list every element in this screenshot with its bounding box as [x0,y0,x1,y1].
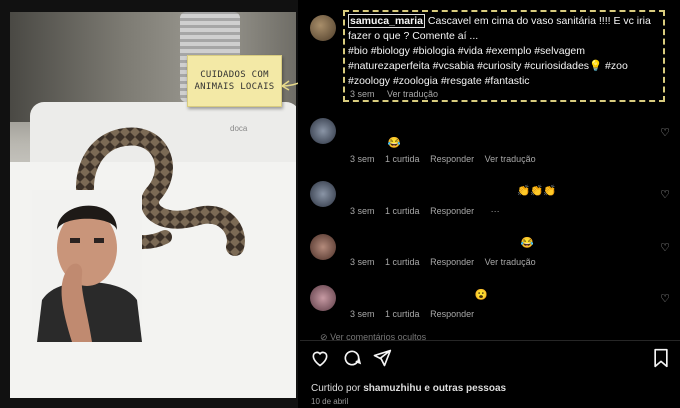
share-icon[interactable] [372,348,392,368]
translate-link[interactable]: Ver tradução [485,257,536,267]
comment-like-heart-icon[interactable]: ♡ [660,241,670,254]
comment-likes[interactable]: 1 curtida [385,154,420,164]
comment-text: show amigo 👏👏👏 [458,185,557,197]
comment-meta: 3 sem 1 curtida Responder ··· [350,206,500,216]
reply-button[interactable]: Responder [430,206,474,216]
post-date: 10 de abril [311,397,349,406]
comment: maisonpontes_oficial show amigo 👏👏👏 [348,184,668,199]
comment-user[interactable]: marisa.artes.artesanatos [348,289,472,301]
comment-avatar[interactable] [310,118,336,144]
reply-button[interactable]: Responder [430,257,474,267]
comment-likes[interactable]: 1 curtida [385,257,420,267]
caption-meta: 3 sem Ver tradução [350,89,438,99]
comment-avatar[interactable] [310,234,336,260]
comment-user[interactable]: maisonpontes_oficial [348,122,455,134]
comment-time: 3 sem [350,154,375,164]
post-caption: samuca_maria Cascavel em cima do vaso sa… [348,14,668,89]
comment: marisa.artes.artesanatos 😮 MDS [348,288,668,303]
comment-likes[interactable]: 1 curtida [385,309,420,319]
post-viewer: doca CUIDADOS COM ANIMAIS LOCAIS samuca_… [0,0,680,408]
liked-by-suffix[interactable]: e outras pessoas [424,383,506,394]
comment-time: 3 sem [350,206,375,216]
comment: pattymorelli2024 eu sairia correndo 😂 [348,236,668,251]
translate-link[interactable]: Ver tradução [485,154,536,164]
comment-avatar[interactable] [310,181,336,207]
reply-button[interactable]: Responder [430,154,474,164]
divider [300,340,680,341]
comment-like-heart-icon[interactable]: ♡ [660,188,670,201]
comment-like-heart-icon[interactable]: ♡ [660,292,670,305]
hidden-comments-link[interactable]: ⊘ Ver comentários ocultos [320,332,426,343]
author-avatar[interactable] [310,15,336,41]
sticky-note-text: CUIDADOS COM ANIMAIS LOCAIS [194,70,275,92]
reply-button[interactable]: Responder [430,309,474,319]
comment-text: eu sairia correndo 😂 [433,237,534,249]
liked-by-prefix: Curtido por [311,383,361,394]
liked-by-user[interactable]: shamuzhihu [363,383,421,394]
comment-meta: 3 sem 1 curtida Responder [350,309,474,319]
comment-text: 😮 MDS [474,289,514,301]
liked-by: Curtido por shamuzhihu e outras pessoas [311,383,506,394]
comment-time: 3 sem [350,257,375,267]
comment-time: 3 sem [350,309,375,319]
caption-translate[interactable]: Ver tradução [387,89,438,99]
comment-like-heart-icon[interactable]: ♡ [660,126,670,139]
post-author[interactable]: samuca_maria [348,14,425,28]
comment-user[interactable]: pattymorelli2024 [348,237,431,249]
comment-icon[interactable] [342,348,362,368]
heart-icon[interactable] [310,348,330,368]
more-options-icon[interactable]: ··· [491,206,500,216]
person-thumbnail [32,190,142,342]
sticky-note: CUIDADOS COM ANIMAIS LOCAIS [187,55,282,107]
comment-likes[interactable]: 1 curtida [385,206,420,216]
comment-meta: 3 sem 1 curtida Responder Ver tradução [350,257,536,267]
comment-avatar[interactable] [310,285,336,311]
bookmark-icon[interactable] [652,348,670,368]
caption-hashtags[interactable]: #bio #biology #biologia #vida #exemplo #… [348,45,628,87]
caption-time: 3 sem [350,89,375,99]
comment-meta: 3 sem 1 curtida Responder Ver tradução [350,154,536,164]
comment: maisonpontes_oficial ia segurar ela com … [348,121,668,151]
comment-user[interactable]: maisonpontes_oficial [348,185,455,197]
